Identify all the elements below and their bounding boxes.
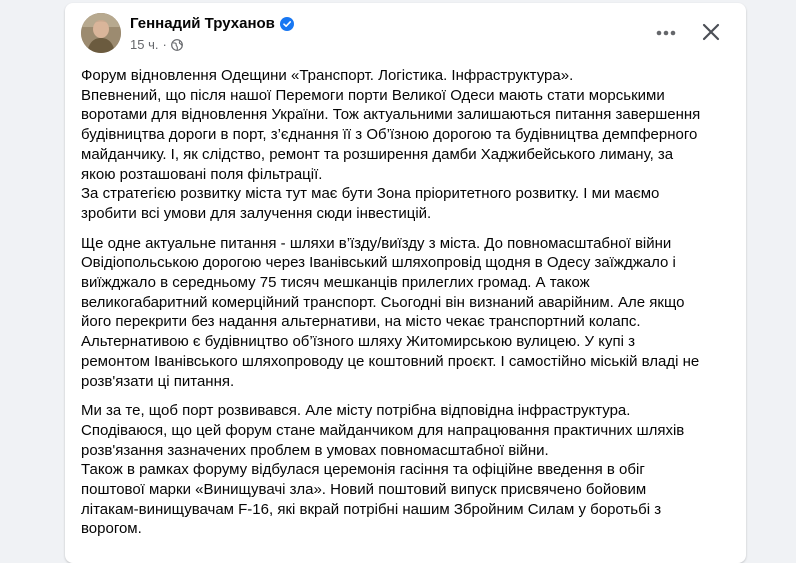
text-line: Ще одне актуальне питання - шляхи в’їзду… xyxy=(81,234,672,252)
text-line: Також в рамках форуму відбулася церемоні… xyxy=(81,461,645,479)
text-line: ворогом. xyxy=(81,520,142,538)
text-line: великогабаритний комерційний транспорт. … xyxy=(81,293,685,311)
text-line: ремонтом Іванівського шляхопроводу це ко… xyxy=(81,352,700,370)
more-options-button[interactable] xyxy=(648,15,684,51)
globe-icon[interactable] xyxy=(170,38,183,51)
text-line: якою розташовані поля фільтрації. xyxy=(81,165,323,183)
close-button[interactable] xyxy=(693,14,729,50)
text-line: зробити всі умови для залучення сюди інв… xyxy=(81,204,432,222)
text-line: Ми за те, щоб порт розвивався. Але місту… xyxy=(81,402,631,420)
text-line: розв'язати ці питання. xyxy=(81,372,235,390)
text-line: розв'язання зазначених проблем в умовах … xyxy=(81,441,549,459)
text-line: Альтернативою є будівництво об’їзного шл… xyxy=(81,333,635,351)
author-avatar[interactable] xyxy=(81,13,121,53)
avatar-image xyxy=(81,13,121,53)
text-line: його перекрити без надання альтернативи,… xyxy=(81,313,641,331)
meta-separator: · xyxy=(162,37,167,52)
text-line: Форум відновлення Одещини «Транспорт. Ло… xyxy=(81,67,574,84)
text-line: літакам-винищувачам F-16, які вкрай потр… xyxy=(81,500,662,518)
text-line: За стратегією розвитку міста тут має бут… xyxy=(81,185,660,203)
post-time[interactable]: 15 ч. xyxy=(130,37,158,52)
post-header: Геннадий Труханов 15 ч. · xyxy=(65,3,746,59)
post-meta: 15 ч. · xyxy=(130,37,183,52)
text-line: Сподіваюся, що цей форум стане майданчик… xyxy=(81,421,685,439)
post-paragraph-2: Ще одне актуальне питання - шляхи в’їзду… xyxy=(81,234,731,392)
text-line: будівництва дороги в порт, з’єднання її … xyxy=(81,126,698,144)
author-line: Геннадий Труханов xyxy=(130,15,294,32)
text-line: воротами для відновлення України. Тож ак… xyxy=(81,106,701,124)
post-paragraph-3: Ми за те, щоб порт розвивався. Але місту… xyxy=(81,401,731,539)
text-line: Овідіопольською дорогою через Іванівськи… xyxy=(81,254,676,272)
author-name[interactable]: Геннадий Труханов xyxy=(130,15,275,32)
close-icon xyxy=(702,23,720,41)
post-text: Форум відновлення Одещини «Транспорт. Ло… xyxy=(81,66,731,549)
text-line: Впевнений, що після нашої Перемоги порти… xyxy=(81,86,665,104)
post-paragraph-1: Форум відновлення Одещини «Транспорт. Ло… xyxy=(81,66,731,224)
verified-badge-icon xyxy=(279,16,294,31)
more-horizontal-icon xyxy=(656,30,676,36)
text-line: виїжджало в середньому 75 тисяч мешканці… xyxy=(81,274,590,292)
text-line: поштової марки «Винищувачі зла». Новий п… xyxy=(81,481,647,499)
text-line: майданчику. І, як слідство, ремонт та ро… xyxy=(81,145,674,163)
post-card: Геннадий Труханов 15 ч. · Форум відновле… xyxy=(65,3,746,563)
